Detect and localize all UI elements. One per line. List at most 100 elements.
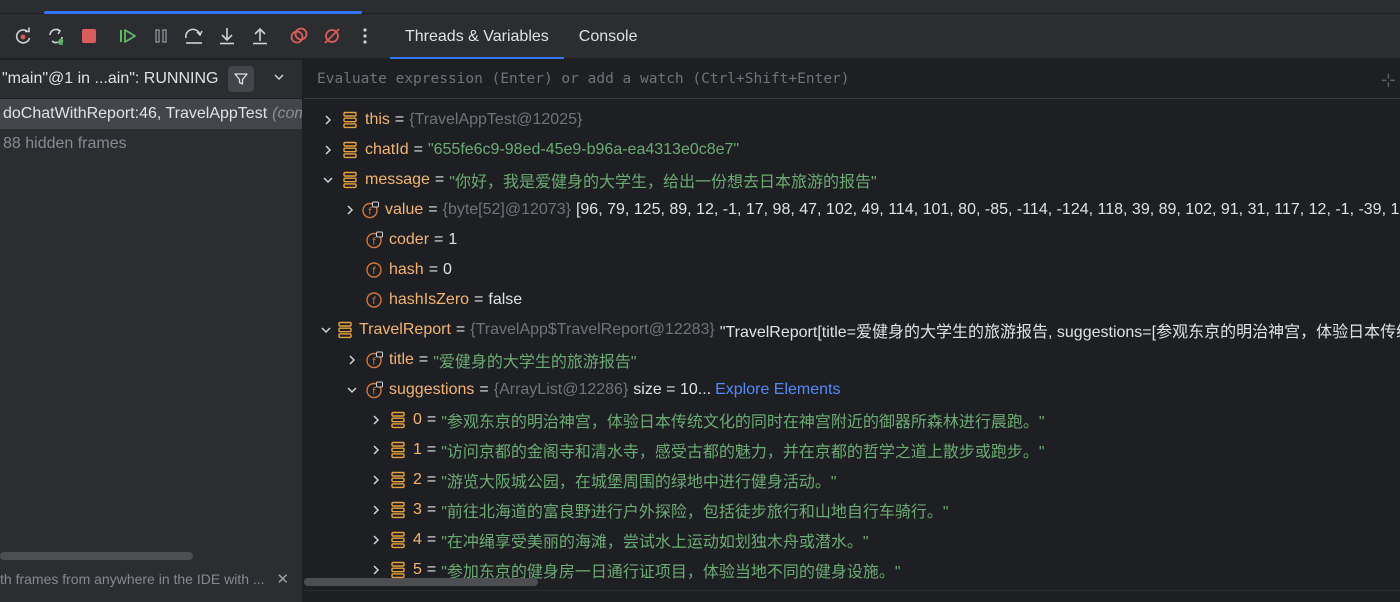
object-icon: [341, 141, 359, 159]
variable-row[interactable]: chatId = "655fe6c9-98ed-45e9-b96a-ea4313e0…: [304, 135, 1400, 165]
debug-tabs: Threads & Variables Console: [390, 14, 652, 59]
field-icon: f: [365, 291, 383, 309]
equals-sign: =: [428, 201, 438, 218]
variable-value: false: [488, 291, 523, 308]
variable-value: 0: [443, 261, 452, 278]
field-lock-icon: f: [365, 351, 383, 369]
chevron-right-icon[interactable]: [368, 562, 384, 578]
tab-console[interactable]: Console: [564, 14, 653, 59]
pause-icon[interactable]: [144, 21, 177, 51]
variable-row[interactable]: f hash = 0: [304, 255, 1400, 285]
variable-name: title: [389, 351, 414, 368]
variable-value: "在冲绳享受美丽的海滩，尝试水上运动如划独木舟或潜水。": [441, 534, 869, 551]
variable-type: {byte[52]@12073}: [442, 201, 571, 218]
variable-row[interactable]: f hashIsZero = false: [304, 285, 1400, 315]
svg-text:f: f: [372, 237, 376, 248]
filter-icon[interactable]: [228, 66, 254, 92]
object-icon: [389, 471, 407, 489]
resume-icon[interactable]: [111, 21, 144, 51]
hint-footer: th frames from anywhere in the IDE with …: [0, 565, 302, 593]
variable-name: chatId: [365, 141, 409, 158]
field-icon: f: [365, 261, 383, 279]
chevron-down-icon[interactable]: [272, 70, 286, 88]
hidden-frames-label: 88 hidden frames: [3, 135, 127, 152]
tab-threads-variables[interactable]: Threads & Variables: [390, 14, 564, 59]
variable-value: "访问京都的金阁寺和清水寺，感受古都的魅力，并在京都的哲学之道上散步或跑步。": [441, 444, 1045, 461]
chevron-down-icon[interactable]: [320, 172, 336, 188]
field-lock-icon: f: [365, 381, 383, 399]
variable-row[interactable]: f title = "爱健身的大学生的旅游报告": [304, 345, 1400, 375]
rerun-icon[interactable]: [6, 21, 39, 51]
evaluate-expression-input[interactable]: Evaluate expression (Enter) or add a wat…: [304, 60, 1400, 99]
step-into-icon[interactable]: [210, 21, 243, 51]
step-out-icon[interactable]: [243, 21, 276, 51]
chevron-right-icon[interactable]: [344, 352, 360, 368]
chevron-right-icon[interactable]: [368, 532, 384, 548]
variable-row[interactable]: 3 = "前往北海道的富良野进行户外探险，包括徒步旅行和山地自行车骑行。": [304, 495, 1400, 525]
equals-sign: =: [455, 321, 466, 338]
variable-row[interactable]: f value = {byte[52]@12073} [96, 79, 125, 89,…: [304, 195, 1400, 225]
variable-value: "参观东京的明治神宫，体验日本传统文化的同时在神宫附近的御器所森林进行晨跑。": [441, 414, 1045, 431]
variable-row[interactable]: f coder = 1: [304, 225, 1400, 255]
variable-value: "前往北海道的富良野进行户外探险，包括徒步旅行和山地自行车骑行。": [441, 504, 949, 521]
chevron-right-icon[interactable]: [368, 442, 384, 458]
chevron-right-icon[interactable]: [320, 112, 336, 128]
equals-sign: =: [474, 291, 484, 308]
variable-row[interactable]: message = "你好，我是爱健身的大学生，给出一份想去日本旅游的报告": [304, 165, 1400, 195]
variable-row[interactable]: 2 = "游览大阪城公园，在城堡周围的绿地中进行健身活动。": [304, 465, 1400, 495]
variable-name: value: [385, 201, 424, 218]
evaluate-placeholder: Evaluate expression (Enter) or add a wat…: [317, 71, 850, 87]
equals-sign: =: [434, 231, 444, 248]
hidden-frames-row[interactable]: 88 hidden frames: [0, 129, 302, 159]
stop-icon[interactable]: [72, 21, 105, 51]
explore-elements-link[interactable]: Explore Elements: [715, 381, 840, 399]
add-watch-icon[interactable]: ⊹: [1381, 70, 1396, 91]
chevron-right-icon[interactable]: [320, 142, 336, 158]
variable-name: TravelReport: [359, 321, 451, 338]
variable-name: 4: [413, 531, 422, 548]
mute-breakpoints-icon[interactable]: [315, 21, 348, 51]
chevron-right-icon[interactable]: [344, 202, 356, 218]
variable-row[interactable]: 1 = "访问京都的金阁寺和清水寺，感受古都的魅力，并在京都的哲学之道上散步或跑步。…: [304, 435, 1400, 465]
equals-sign: =: [428, 261, 439, 278]
horizontal-scrollbar[interactable]: [0, 552, 193, 560]
object-icon: [337, 321, 353, 339]
variable-row[interactable]: 0 = "参观东京的明治神宫，体验日本传统文化的同时在神宫附近的御器所森林进行晨跑。…: [304, 405, 1400, 435]
variable-row[interactable]: 4 = "在冲绳享受美丽的海滩，尝试水上运动如划独木舟或潜水。": [304, 525, 1400, 555]
close-icon[interactable]: ✕: [277, 570, 290, 588]
variable-value: "游览大阪城公园，在城堡周围的绿地中进行健身活动。": [441, 474, 837, 491]
variable-name: 2: [413, 471, 422, 488]
step-over-icon[interactable]: [177, 21, 210, 51]
chevron-right-icon[interactable]: [368, 472, 384, 488]
frame-location: (com: [272, 105, 302, 122]
field-lock-icon: f: [361, 201, 379, 219]
variable-name: 1: [413, 441, 422, 458]
thread-selector-label: "main"@1 in ...ain": RUNNING: [2, 70, 219, 87]
variable-type: {TravelApp$TravelReport@12283}: [470, 321, 715, 338]
thread-selector[interactable]: "main"@1 in ...ain": RUNNING: [0, 60, 302, 99]
variable-name: 3: [413, 501, 422, 518]
restart-icon[interactable]: [39, 21, 72, 51]
chevron-down-icon[interactable]: [320, 322, 332, 338]
variable-row[interactable]: f suggestions = {ArrayList@12286} size = 10.…: [304, 375, 1400, 405]
object-icon: [389, 501, 407, 519]
chevron-right-icon[interactable]: [368, 412, 384, 428]
view-breakpoints-icon[interactable]: [282, 21, 315, 51]
object-icon: [389, 531, 407, 549]
variable-name: this: [365, 111, 390, 128]
variable-name: hashIsZero: [389, 291, 470, 308]
more-icon[interactable]: [348, 21, 381, 51]
variable-name: 5: [413, 561, 422, 578]
chevron-right-icon[interactable]: [368, 502, 384, 518]
variable-value: [96, 79, 125, 89, 12, -1, 17, 98, 47, 10…: [575, 201, 1400, 218]
variable-value: 1: [448, 231, 458, 248]
chevron-down-icon[interactable]: [344, 382, 360, 398]
horizontal-scrollbar[interactable]: [304, 578, 538, 586]
frame-row[interactable]: doChatWithReport:46, TravelAppTest (com: [0, 99, 302, 129]
equals-sign: =: [418, 351, 429, 368]
variable-name: coder: [389, 231, 430, 248]
variable-name: hash: [389, 261, 424, 278]
variable-row[interactable]: this = {TravelAppTest@12025}: [304, 105, 1400, 135]
variable-row[interactable]: TravelReport = {TravelApp$TravelReport@122…: [304, 315, 1400, 345]
svg-text:f: f: [368, 207, 372, 218]
